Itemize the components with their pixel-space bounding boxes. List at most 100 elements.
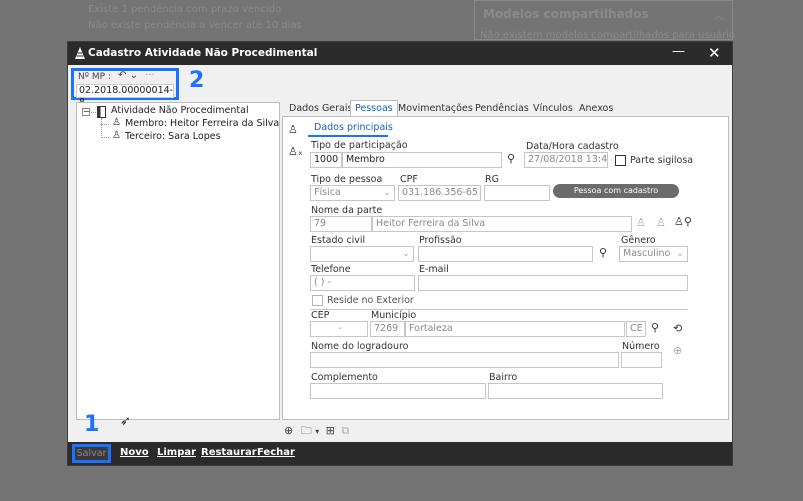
main-tabs: Dados Gerais Pessoas Movimentações Pendê…	[286, 100, 729, 117]
dialog-titlebar: Cadastro Atividade Não Procedimental — ✕	[68, 42, 732, 65]
chevron-up-icon: ︿	[713, 9, 724, 22]
footer-action-bar: Salvar Novo Limpar Restaurar Fechar	[68, 442, 732, 465]
tree-child-member[interactable]: Membro: Heitor Ferreira da Silva	[125, 118, 279, 129]
limpar-button[interactable]: Limpar	[157, 447, 196, 458]
folder-icon[interactable]: 🗀	[301, 424, 312, 437]
hierarchy-icon[interactable]: ⊞	[326, 424, 335, 437]
fechar-button[interactable]: Fechar	[257, 447, 295, 458]
tree-child-third-party[interactable]: Terceiro: Sara Lopes	[125, 131, 221, 142]
cep-label: CEP	[311, 310, 330, 321]
close-icon[interactable]: ✕	[708, 44, 721, 62]
bg-panel-title: Modelos compartilhados	[483, 7, 649, 21]
activity-tree: − Atividade Não Procedimental ♙ Membro: …	[76, 102, 280, 420]
minimize-icon[interactable]: —	[672, 44, 685, 59]
mouse-cursor-icon: ➶	[120, 414, 131, 429]
search-icon[interactable]: ⚲	[651, 321, 659, 334]
search-icon[interactable]: ⚲	[599, 246, 607, 259]
tree-root-label[interactable]: Atividade Não Procedimental	[111, 105, 249, 116]
municipio-field[interactable]: Fortaleza	[405, 321, 625, 337]
tipo-pessoa-value: Física	[314, 187, 341, 198]
cpf-field[interactable]: 031.186.356-65	[398, 185, 481, 201]
more-icon[interactable]: ···	[145, 70, 155, 81]
subtab-dados-principais[interactable]: Dados principais	[314, 122, 393, 133]
person-icon: ♙	[112, 130, 121, 141]
chevron-down-icon[interactable]: ⌄	[130, 70, 138, 81]
nome-parte-label: Nome da parte	[311, 205, 383, 216]
tree-connector	[101, 118, 102, 138]
tipo-pessoa-label: Tipo de pessoa	[311, 174, 383, 185]
tab-pessoas[interactable]: Pessoas	[350, 100, 398, 116]
reside-exterior-checkbox[interactable]	[312, 295, 323, 306]
tipo-participacao-field[interactable]: Membro	[342, 152, 502, 168]
estado-civil-label: Estado civil	[311, 235, 366, 246]
uf-field[interactable]: CE	[626, 321, 646, 337]
profissao-field[interactable]	[418, 246, 593, 262]
address-separator	[310, 309, 688, 310]
reside-exterior-label: Reside no Exterior	[327, 295, 414, 306]
bg-pendency-line-1: Existe 1 pendência com prazo vencido	[88, 4, 282, 15]
tab-movimentacoes[interactable]: Movimentações	[398, 103, 473, 114]
numero-field[interactable]	[621, 352, 662, 368]
tipo-participacao-code-field[interactable]: 1000	[310, 152, 342, 168]
parte-sigilosa-checkbox[interactable]	[615, 155, 626, 166]
bg-pendency-line-2: Não existe pendência a vencer até 10 dia…	[88, 20, 302, 31]
salvar-button[interactable]: Salvar	[72, 444, 111, 463]
telefone-field[interactable]: ( ) -	[310, 275, 415, 291]
rg-field[interactable]	[484, 185, 550, 201]
person-remove-icon[interactable]: ♙ₓ	[288, 145, 303, 158]
person-remove-icon[interactable]: ♙	[656, 216, 666, 229]
email-field[interactable]	[418, 275, 688, 291]
cadastro-dialog: Cadastro Atividade Não Procedimental — ✕…	[67, 41, 733, 466]
novo-button[interactable]: Novo	[120, 447, 149, 458]
logradouro-field[interactable]	[310, 352, 619, 368]
undo-icon[interactable]: ↶	[118, 70, 126, 81]
tree-collapse-toggle[interactable]: −	[82, 108, 90, 116]
mp-number-field[interactable]: 02.2018.00000014-8	[76, 84, 174, 108]
person-icon: ♙	[288, 123, 298, 136]
data-hora-label: Data/Hora cadastro	[526, 141, 619, 152]
estado-civil-select[interactable]: ⌄	[310, 246, 414, 262]
municipio-code-field[interactable]: 7269	[370, 321, 405, 337]
nome-parte-field[interactable]: Heitor Ferreira da Silva	[372, 216, 632, 232]
genero-select[interactable]: Masculino ⌄	[619, 246, 688, 262]
tipo-pessoa-select[interactable]: Física ⌄	[310, 185, 395, 201]
app-logo-icon	[75, 47, 85, 59]
profissao-label: Profissão	[419, 235, 462, 246]
tree-connector	[91, 112, 96, 113]
bairro-label: Bairro	[489, 372, 518, 383]
tab-anexos[interactable]: Anexos	[579, 103, 613, 114]
mp-tools: ↶ ⌄ ···	[118, 70, 155, 81]
numero-label: Número	[622, 341, 660, 352]
person-icon: ♙	[112, 117, 121, 128]
subtab-underline	[308, 135, 388, 137]
person-search-icon[interactable]: ♙⚲	[674, 215, 692, 228]
link-icon[interactable]: ⧉	[341, 424, 349, 437]
bairro-field[interactable]	[488, 383, 663, 399]
location-search-icon[interactable]: ⟲	[673, 322, 682, 335]
dialog-title: Cadastro Atividade Não Procedimental	[88, 47, 318, 59]
document-icon	[97, 106, 106, 118]
person-add-icon[interactable]: ♙	[636, 216, 646, 229]
bg-panel-text: Não existem modelos compartilhados para …	[480, 30, 736, 41]
add-person-icon[interactable]: ⊕	[284, 424, 293, 437]
highlight-badge-2: 2	[189, 68, 205, 93]
highlight-badge-1: 1	[84, 412, 100, 437]
restaurar-button[interactable]: Restaurar	[201, 447, 257, 458]
logradouro-label: Nome do logradouro	[311, 341, 409, 352]
data-hora-field[interactable]: 27/08/2018 13:42	[524, 152, 608, 168]
cep-field[interactable]: -	[310, 321, 368, 337]
complemento-field[interactable]	[310, 383, 486, 399]
tab-vinculos[interactable]: Vínculos	[533, 103, 573, 114]
add-location-icon[interactable]: ⊕	[673, 344, 682, 357]
genero-value: Masculino	[623, 248, 671, 259]
nome-parte-code-field[interactable]: 79	[310, 216, 372, 232]
complemento-label: Complemento	[311, 372, 378, 383]
email-label: E-mail	[419, 264, 449, 275]
search-icon[interactable]: ⚲	[507, 152, 515, 165]
tab-dados-gerais[interactable]: Dados Gerais	[289, 103, 352, 114]
pessoas-form: ♙ Dados principais ♙ₓ Tipo de participaç…	[282, 116, 729, 420]
dropdown-arrow-icon[interactable]: ▾	[315, 427, 319, 436]
pessoa-controlado-button[interactable]: Pessoa com cadastro controlado	[553, 184, 679, 209]
tab-pendencias[interactable]: Pendências	[475, 103, 529, 114]
chevron-down-icon: ⌄	[402, 248, 410, 259]
